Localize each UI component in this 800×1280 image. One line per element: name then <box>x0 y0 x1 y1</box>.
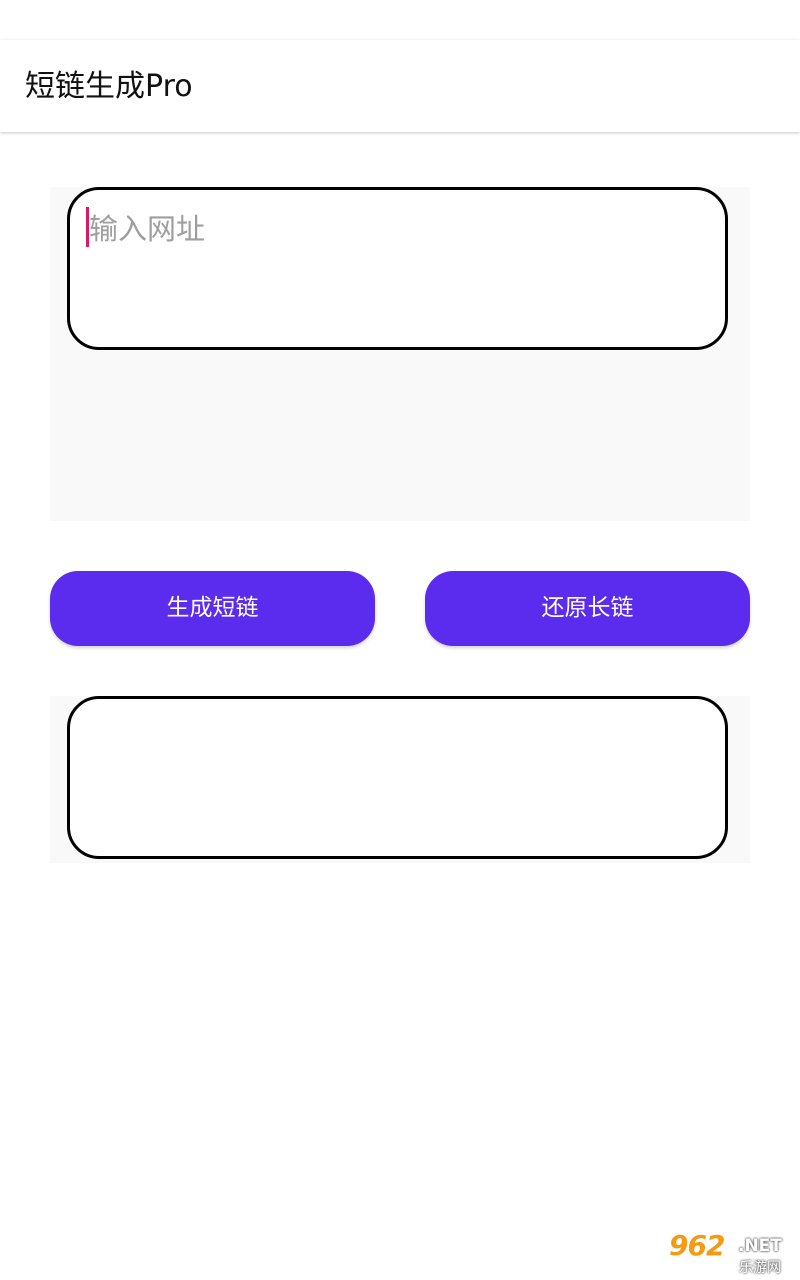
watermark-site-name: 乐游网 <box>739 1260 781 1276</box>
site-watermark-logo: 962 .NET 乐游网 <box>661 1229 798 1277</box>
url-input-box[interactable] <box>67 187 729 350</box>
app-title: 短链生成Pro <box>25 69 193 104</box>
url-input[interactable] <box>89 205 729 253</box>
result-panel <box>50 696 750 863</box>
result-box[interactable] <box>67 696 728 859</box>
status-bar <box>0 0 800 40</box>
watermark-number: 962 <box>669 1229 725 1262</box>
watermark-domain: .NET <box>738 1236 782 1256</box>
restore-long-link-button[interactable]: 还原长链 <box>425 571 750 646</box>
url-input-panel <box>50 187 750 521</box>
generate-short-link-button[interactable]: 生成短链 <box>50 571 375 646</box>
app-bar: 短链生成Pro <box>0 40 800 132</box>
